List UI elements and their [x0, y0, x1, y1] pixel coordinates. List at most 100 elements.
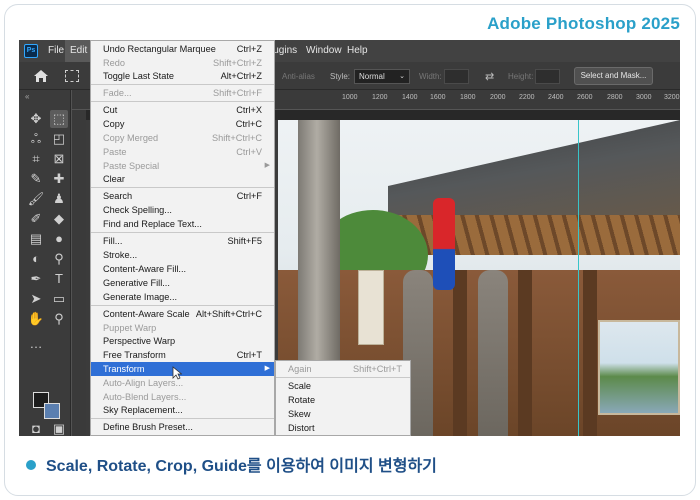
menu-item-free-transform[interactable]: Free Transform Ctrl+T [91, 348, 274, 362]
width-input[interactable] [444, 69, 469, 84]
menu-item-paste-special[interactable]: Paste Special ▶ [91, 159, 274, 173]
menu-item-check-spelling[interactable]: Check Spelling... [91, 203, 274, 217]
pillar [583, 270, 597, 436]
ruler-tick: 1400 [402, 94, 418, 101]
menu-item-puppet-warp[interactable]: Puppet Warp [91, 321, 274, 335]
slide-caption: Scale, Rotate, Crop, Guide를 이용하여 이미지 변형하… [26, 452, 437, 476]
pillar [518, 270, 532, 436]
menu-item-define-brush-preset[interactable]: Define Brush Preset... [91, 420, 274, 434]
marquee-tool-icon[interactable] [65, 70, 79, 82]
menu-item-copy[interactable]: Copy Ctrl+C [91, 117, 274, 131]
move-tool-icon[interactable]: ✥ [27, 110, 45, 128]
lasso-tool-icon[interactable]: ஃ [27, 130, 45, 148]
collapse-icon[interactable]: « [25, 92, 29, 101]
stone-lantern [478, 270, 508, 436]
rectangle-tool-icon[interactable]: ▭ [50, 290, 68, 308]
select-and-mask-button[interactable]: Select and Mask... [574, 67, 653, 85]
menu-item-perspective-warp[interactable]: Perspective Warp [91, 334, 274, 348]
width-label: Width: [419, 72, 442, 81]
type-tool-icon[interactable]: T [50, 270, 68, 288]
chevron-down-icon: ⌄ [399, 73, 405, 80]
sponge-tool-icon[interactable]: ⚲ [50, 250, 68, 268]
submenu-item-distort[interactable]: Distort [276, 421, 410, 435]
lantern [433, 198, 455, 290]
frame-tool-icon[interactable]: ⊠ [50, 150, 68, 168]
object-select-tool-icon[interactable]: ◰ [50, 130, 68, 148]
menu-separator [91, 84, 274, 85]
menu-item-auto-blend-layers[interactable]: Auto-Blend Layers... [91, 390, 274, 404]
menu-item-fill[interactable]: Fill... Shift+F5 [91, 234, 274, 248]
hand-tool-icon[interactable]: ✋ [27, 310, 45, 328]
healing-tool-icon[interactable]: ✚ [50, 170, 68, 188]
menu-item-redo[interactable]: Redo Shift+Ctrl+Z [91, 56, 274, 70]
menu-item-search[interactable]: Search Ctrl+F [91, 189, 274, 203]
vertical-ruler [72, 110, 86, 436]
style-select[interactable]: Normal ⌄ [354, 69, 410, 84]
stamp-tool-icon[interactable]: ♟ [50, 190, 68, 208]
menu-item-find-replace[interactable]: Find and Replace Text... [91, 217, 274, 231]
menu-item-content-aware-fill[interactable]: Content-Aware Fill... [91, 262, 274, 276]
menu-file[interactable]: File [48, 45, 64, 56]
menu-item-generate-image[interactable]: Generate Image... [91, 290, 274, 304]
quick-mask-icon[interactable]: ◘ [27, 420, 45, 436]
blur-tool-icon[interactable]: ● [50, 230, 68, 248]
menu-item-fade[interactable]: Fade... Shift+Ctrl+F [91, 86, 274, 100]
eyedropper-tool-icon[interactable]: ✎ [27, 170, 45, 188]
eraser-tool-icon[interactable]: ◆ [50, 210, 68, 228]
submenu-item-skew[interactable]: Skew [276, 407, 410, 421]
rect-marquee-tool-icon[interactable]: ⬚ [50, 110, 68, 128]
swap-icon[interactable]: ⇄ [485, 70, 494, 83]
menu-item-transform[interactable]: Transform ▶ [91, 362, 274, 376]
pillar [453, 270, 467, 436]
antialias-label: Anti-alias [282, 72, 315, 81]
more-tools-icon[interactable]: … [27, 335, 45, 353]
menu-help[interactable]: Help [347, 45, 368, 56]
menu-separator [91, 232, 274, 233]
ruler-tick: 2800 [607, 94, 623, 101]
submenu-item-rotate[interactable]: Rotate [276, 393, 410, 407]
crop-tool-icon[interactable]: ⌗ [27, 150, 45, 168]
brush-tool-icon[interactable]: 🖌 [27, 190, 45, 208]
gradient-tool-icon[interactable]: ▤ [27, 230, 45, 248]
path-select-tool-icon[interactable]: ➤ [27, 290, 45, 308]
chevron-right-icon: ▶ [264, 365, 270, 372]
edit-menu: Undo Rectangular Marquee Ctrl+Z Redo Shift… [90, 40, 275, 436]
menu-item-copy-merged[interactable]: Copy Merged Shift+Ctrl+C [91, 131, 274, 145]
pen-tool-icon[interactable]: ✒ [27, 270, 45, 288]
history-brush-tool-icon[interactable]: ✐ [27, 210, 45, 228]
zoom-tool-icon[interactable]: ⚲ [50, 310, 68, 328]
menu-separator [91, 305, 274, 306]
menu-item-sky-replacement[interactable]: Sky Replacement... [91, 403, 274, 417]
submenu-item-scale[interactable]: Scale [276, 379, 410, 393]
menu-item-undo[interactable]: Undo Rectangular Marquee Ctrl+Z [91, 42, 274, 56]
menu-window[interactable]: Window [306, 45, 342, 56]
transform-submenu: Again Shift+Ctrl+T Scale Rotate Skew Dist… [275, 360, 411, 436]
menu-separator [91, 418, 274, 419]
guide-line[interactable] [578, 120, 579, 436]
ruler-tick: 1000 [342, 94, 358, 101]
menu-item-paste[interactable]: Paste Ctrl+V [91, 145, 274, 159]
dodge-tool-icon[interactable]: ◐ [27, 250, 45, 268]
height-input[interactable] [535, 69, 560, 84]
menu-item-cut[interactable]: Cut Ctrl+X [91, 103, 274, 117]
screen-mode-icon[interactable]: ▣ [50, 420, 68, 436]
background-color-swatch[interactable] [44, 403, 60, 419]
ruler-tick: 2200 [519, 94, 535, 101]
menu-item-auto-align-layers[interactable]: Auto-Align Layers... [91, 376, 274, 390]
ps-logo-icon: Ps [24, 44, 38, 58]
menu-item-toggle-last-state[interactable]: Toggle Last State Alt+Ctrl+Z [91, 69, 274, 83]
menu-item-stroke[interactable]: Stroke... [91, 248, 274, 262]
bullet-dot-icon [26, 460, 36, 470]
ruler-tick: 2600 [577, 94, 593, 101]
submenu-item-again[interactable]: Again Shift+Ctrl+T [276, 362, 410, 376]
banner [358, 270, 384, 345]
ruler-tick: 1200 [372, 94, 388, 101]
menu-item-generative-fill[interactable]: Generative Fill... [91, 276, 274, 290]
ruler-tick: 1600 [430, 94, 446, 101]
menu-item-clear[interactable]: Clear [91, 172, 274, 186]
menu-edit[interactable]: Edit [65, 40, 93, 62]
home-icon[interactable] [33, 69, 49, 83]
menu-item-content-aware-scale[interactable]: Content-Aware Scale Alt+Shift+Ctrl+C [91, 307, 274, 321]
caption-text: Scale, Rotate, Crop, Guide를 이용하여 이미지 변형하… [46, 458, 437, 475]
height-label: Height: [508, 72, 534, 81]
